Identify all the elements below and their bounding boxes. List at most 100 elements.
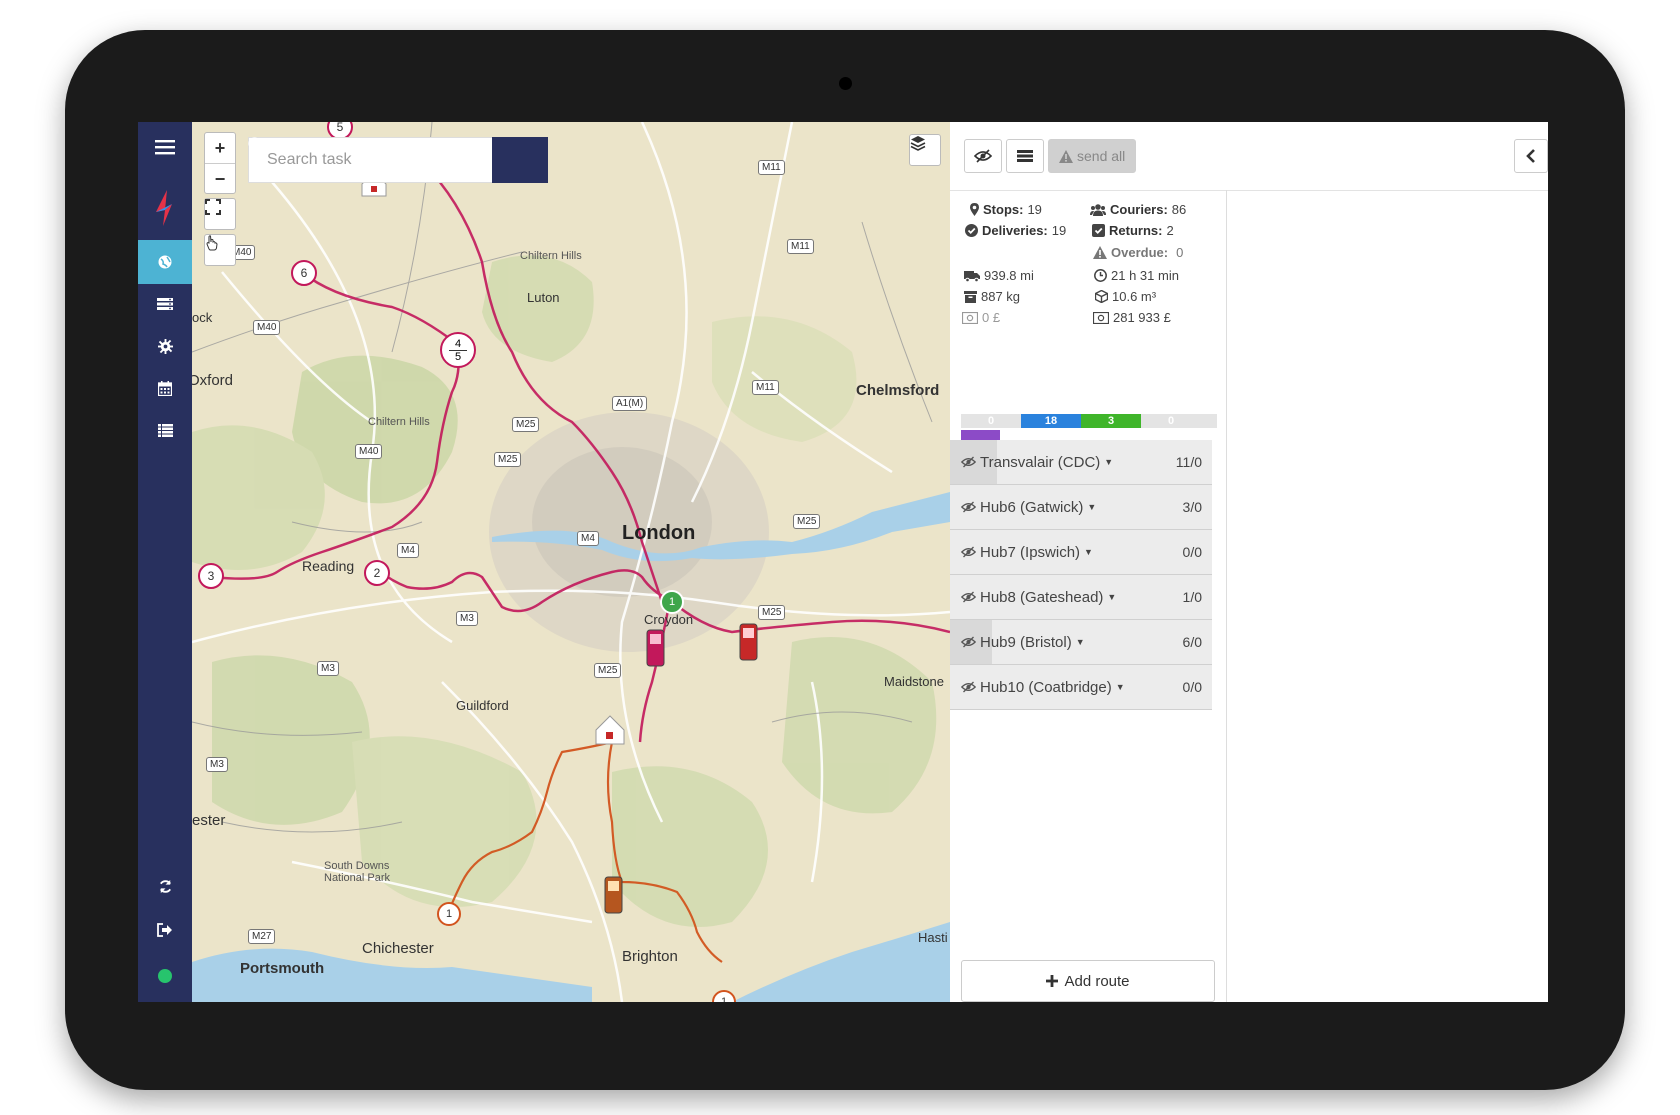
hub-row[interactable]: Hub10 (Coatbridge) ▼ 0/0 xyxy=(950,665,1212,710)
users-icon xyxy=(1090,203,1106,216)
hub-row[interactable]: Transvalair (CDC) ▼ 11/0 xyxy=(950,440,1212,485)
stat-value: 281 933 £ xyxy=(1093,310,1171,325)
stat-returns-label: Returns: xyxy=(1109,223,1163,238)
stat-duration: 21 h 31 min xyxy=(1094,268,1179,283)
pointer-tool-button[interactable] xyxy=(204,234,236,266)
eye-slash-icon xyxy=(961,456,976,468)
hub-row[interactable]: Hub8 (Gateshead) ▼ 1/0 xyxy=(950,575,1212,620)
clock-icon xyxy=(1094,269,1107,282)
stat-deliveries-value: 19 xyxy=(1051,223,1067,238)
truck-marker-orange[interactable] xyxy=(604,876,623,914)
stop-marker-1-south[interactable]: 1 xyxy=(437,902,461,926)
hand-pointer-icon xyxy=(206,235,218,251)
sidebar-item-map[interactable] xyxy=(138,240,192,284)
stop-marker-5-label: 5 xyxy=(449,349,467,363)
map-label-ock: ock xyxy=(192,310,213,325)
hub-name[interactable]: Hub7 (Ipswich) ▼ xyxy=(950,544,1093,561)
fullscreen-button[interactable] xyxy=(204,198,236,230)
zoom-control: + − xyxy=(204,132,236,194)
stat-cost: 0 £ xyxy=(962,310,1000,325)
map-label-chichester: Chichester xyxy=(362,940,434,957)
hub-name[interactable]: Hub9 (Bristol) ▼ xyxy=(950,634,1085,651)
road-shield: M25 xyxy=(594,663,622,678)
map-label-maidstone: Maidstone xyxy=(884,674,944,689)
online-status-dot xyxy=(158,969,172,983)
road-shield: M25 xyxy=(494,452,522,467)
stat-duration-value: 21 h 31 min xyxy=(1111,268,1179,283)
hub-name[interactable]: Hub10 (Coatbridge) ▼ xyxy=(950,679,1125,696)
stop-marker-1-green[interactable]: 1 xyxy=(660,590,684,614)
stat-distance: 939.8 mi xyxy=(964,268,1034,283)
refresh-icon[interactable] xyxy=(138,864,192,908)
house-marker-gatwick[interactable] xyxy=(595,715,625,745)
search-input[interactable] xyxy=(248,137,492,183)
progress-segment-done: 3 xyxy=(1081,414,1141,428)
hub-count: 6/0 xyxy=(1182,634,1202,650)
brand-logo-icon xyxy=(138,184,192,232)
chevron-down-icon: ▼ xyxy=(1115,682,1125,692)
layers-button[interactable] xyxy=(909,134,941,166)
hub-row[interactable]: Hub7 (Ipswich) ▼ 0/0 xyxy=(950,530,1212,575)
road-shield: M40 xyxy=(253,320,281,335)
chevron-down-icon: ▼ xyxy=(1084,547,1093,557)
truck-marker-red[interactable] xyxy=(739,623,758,661)
truck-marker-pink[interactable] xyxy=(646,629,665,667)
stop-marker-3[interactable]: 3 xyxy=(198,563,224,589)
list-view-button[interactable] xyxy=(1006,139,1044,173)
stop-marker-4-5[interactable]: 4 5 xyxy=(440,332,476,368)
hub-name-label: Hub7 (Ipswich) xyxy=(980,543,1081,561)
send-all-button[interactable]: send all xyxy=(1048,139,1137,173)
zoom-in-button[interactable]: + xyxy=(205,133,235,163)
fullscreen-icon xyxy=(205,199,221,215)
archive-icon xyxy=(964,291,977,303)
search-button[interactable] xyxy=(248,137,548,183)
chevron-left-icon xyxy=(1526,149,1535,163)
hub-name[interactable]: Hub8 (Gateshead) ▼ xyxy=(950,589,1116,606)
map-label-chester: ester xyxy=(192,812,226,829)
hub-name-label: Hub9 (Bristol) xyxy=(980,633,1072,651)
eye-slash-icon xyxy=(961,636,976,648)
truck-icon xyxy=(964,270,980,282)
map-label-guildford: Guildford xyxy=(456,698,509,713)
stat-overdue-value: 0 xyxy=(1176,245,1184,260)
secondary-progress-bar xyxy=(961,430,1000,440)
money-icon xyxy=(962,311,978,324)
logout-icon[interactable] xyxy=(138,908,192,952)
hub-name[interactable]: Hub6 (Gatwick) ▼ xyxy=(950,499,1096,516)
map-label-luton: Luton xyxy=(527,290,560,305)
collapse-panel-button[interactable] xyxy=(1514,139,1548,173)
sidebar-item-routes[interactable] xyxy=(138,282,192,326)
search-bar xyxy=(248,137,548,183)
map-label-reading: Reading xyxy=(302,558,355,574)
stat-stops-label: Stops: xyxy=(983,202,1024,217)
hub-list: Transvalair (CDC) ▼ 11/0 Hub6 (Gatwick) ▼ … xyxy=(950,440,1212,710)
server-list-icon xyxy=(157,298,173,310)
sidebar-item-list[interactable] xyxy=(138,408,192,452)
toggle-visibility-button[interactable] xyxy=(964,139,1002,173)
gear-icon xyxy=(157,338,173,354)
sidebar-item-settings[interactable] xyxy=(138,324,192,368)
hub-row[interactable]: Hub9 (Bristol) ▼ 6/0 xyxy=(950,620,1212,665)
stat-volume: 10.6 m³ xyxy=(1095,289,1156,304)
hub-count: 3/0 xyxy=(1182,499,1202,515)
stat-couriers: Couriers: 86 xyxy=(1090,202,1186,217)
hub-name-label: Hub8 (Gateshead) xyxy=(980,588,1104,606)
list-icon xyxy=(157,423,173,437)
sidebar-item-calendar[interactable] xyxy=(138,366,192,410)
camera-dot xyxy=(839,77,852,90)
stat-overdue: Overdue: 0 xyxy=(1093,245,1183,260)
add-route-button[interactable]: Add route xyxy=(961,960,1215,1002)
stop-marker-6[interactable]: 6 xyxy=(291,260,317,286)
stat-volume-value: 10.6 m³ xyxy=(1112,289,1157,304)
hub-row[interactable]: Hub6 (Gatwick) ▼ 3/0 xyxy=(950,485,1212,530)
stop-marker-2[interactable]: 2 xyxy=(364,560,390,586)
map-view[interactable]: 5 6 4 5 3 2 1 1 1 London Chelmsford Oxfo… xyxy=(192,122,950,1002)
hub-name[interactable]: Transvalair (CDC) ▼ xyxy=(950,454,1113,471)
map-label-oxford: Oxford xyxy=(192,372,234,389)
stat-cost-value: 0 £ xyxy=(982,310,1001,325)
plus-icon xyxy=(1046,975,1059,987)
menu-icon[interactable] xyxy=(138,125,192,169)
hub-name-label: Hub6 (Gatwick) xyxy=(980,498,1084,516)
zoom-out-button[interactable]: − xyxy=(205,163,235,194)
chevron-down-icon: ▼ xyxy=(1075,637,1085,647)
